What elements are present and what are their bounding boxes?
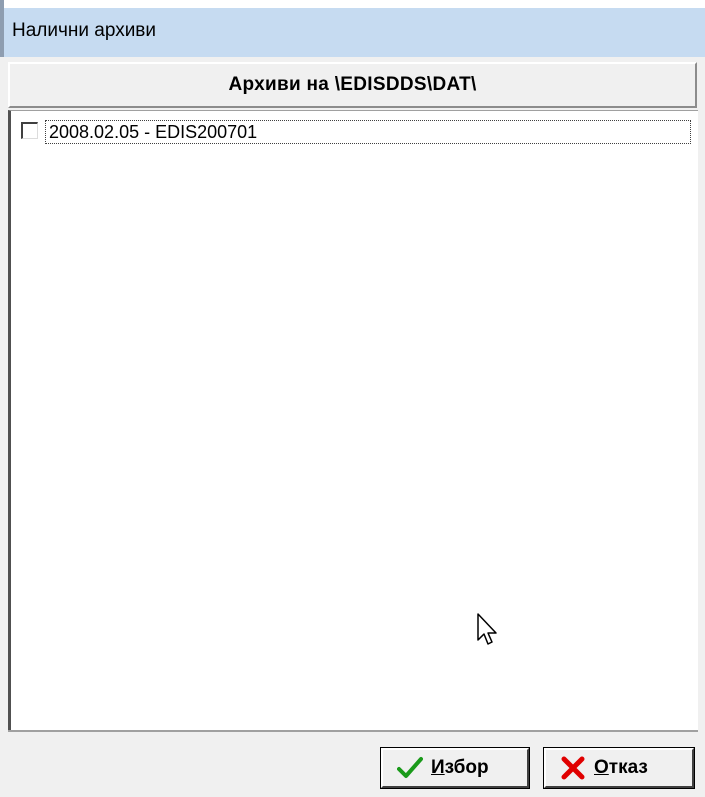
archive-label[interactable]: 2008.02.05 - EDIS200701	[45, 120, 691, 144]
cancel-button-text: тказ	[608, 757, 648, 778]
archives-dialog: Налични архиви Архиви на \EDISDDS\DAT\ 2…	[0, 0, 705, 797]
select-button-mnemonic: И	[431, 757, 445, 778]
archive-checkbox[interactable]	[21, 122, 38, 139]
archive-list[interactable]: 2008.02.05 - EDIS200701	[8, 110, 698, 730]
checkmark-icon	[397, 755, 423, 781]
window-title: Налични архиви	[12, 20, 157, 41]
select-button-label: Избор	[431, 757, 489, 779]
title-bar-top-edge	[4, 0, 705, 8]
list-header-label: Архиви на \EDISDDS\DAT\	[228, 74, 477, 95]
mouse-cursor-icon	[476, 612, 500, 648]
list-header[interactable]: Архиви на \EDISDDS\DAT\	[8, 62, 697, 108]
cancel-button-mnemonic: О	[594, 757, 609, 778]
title-bar: Налични архиви	[0, 0, 705, 57]
select-button[interactable]: Избор	[380, 747, 530, 789]
select-button-text: збор	[444, 757, 489, 778]
cancel-button[interactable]: Отказ	[543, 747, 695, 789]
list-item[interactable]: 2008.02.05 - EDIS200701	[21, 120, 691, 146]
button-bar: Избор Отказ	[8, 730, 698, 797]
cancel-button-label: Отказ	[594, 757, 648, 779]
x-icon	[560, 755, 586, 781]
